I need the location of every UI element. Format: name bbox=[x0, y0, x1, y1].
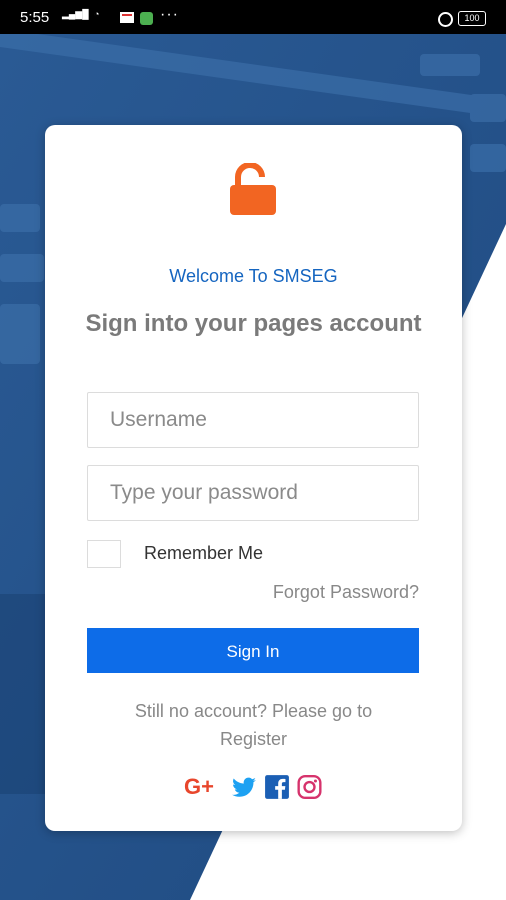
unlock-icon bbox=[230, 163, 276, 215]
remember-me-checkbox[interactable] bbox=[87, 540, 121, 568]
signal-icon: ▂▄▆█ bbox=[62, 9, 89, 19]
no-account-line: Still no account? Please go to bbox=[134, 701, 373, 721]
battery-icon: 100 bbox=[458, 11, 486, 26]
page-title: Sign into your pages account bbox=[85, 310, 422, 337]
instagram-icon[interactable] bbox=[296, 774, 323, 800]
facebook-icon[interactable] bbox=[264, 774, 290, 800]
login-card: Welcome To SMSEG Sign into your pages ac… bbox=[45, 125, 462, 831]
register-link[interactable]: Register bbox=[220, 729, 287, 749]
more-icon: ··· bbox=[160, 6, 179, 23]
forgot-password-link[interactable]: Forgot Password? bbox=[273, 582, 419, 603]
status-time: 5:55 bbox=[20, 9, 50, 26]
username-input[interactable] bbox=[87, 392, 419, 448]
no-account-text: Still no account? Please go to Register bbox=[85, 697, 422, 753]
wifi-icon: ◔ bbox=[94, 9, 100, 19]
alarm-icon bbox=[438, 12, 453, 27]
mail-icon bbox=[120, 12, 134, 23]
google-plus-icon[interactable]: G+ bbox=[184, 774, 224, 800]
status-bar: 5:55 ▂▄▆█ ◔ ··· 100 bbox=[0, 0, 506, 34]
whatsapp-icon bbox=[140, 12, 153, 25]
remember-me-label: Remember Me bbox=[144, 543, 264, 563]
sign-in-button[interactable]: Sign In bbox=[87, 628, 419, 673]
password-input[interactable] bbox=[87, 465, 419, 521]
welcome-text: Welcome To SMSEG bbox=[169, 266, 338, 286]
twitter-icon[interactable] bbox=[231, 774, 257, 800]
